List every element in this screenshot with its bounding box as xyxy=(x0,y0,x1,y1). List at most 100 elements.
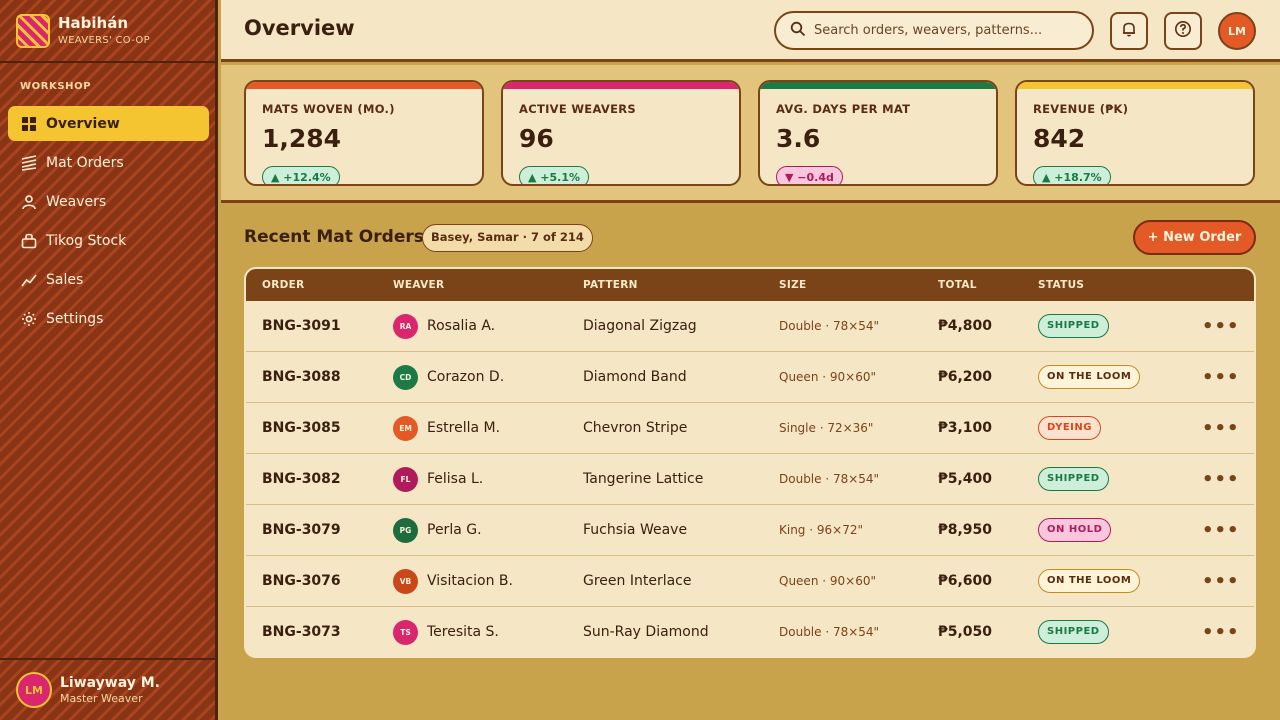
avatar: TS xyxy=(393,619,418,645)
sidebar-item-label: Overview xyxy=(46,115,120,132)
search-input[interactable] xyxy=(814,23,1084,38)
status-cell: DYEING xyxy=(1038,403,1101,453)
more-options-icon[interactable]: ••• xyxy=(1202,454,1240,504)
order-total: ₱5,400 xyxy=(938,471,993,487)
table-row[interactable]: BNG-3091 RA Rosalia A. Diagonal Zigzag D… xyxy=(246,301,1254,352)
stat-value: 1,284 xyxy=(262,124,342,153)
pattern-name: Chevron Stripe xyxy=(583,420,688,436)
stat-value: 3.6 xyxy=(776,124,821,153)
weaver-name: Corazon D. xyxy=(427,369,505,385)
table-row[interactable]: BNG-3076 VB Visitacion B. Green Interlac… xyxy=(246,556,1254,607)
avatar: FL xyxy=(393,466,418,492)
order-id: BNG-3091 xyxy=(262,318,341,334)
stat-accent-bar xyxy=(1017,82,1253,89)
sidebar-item-overview[interactable]: Overview xyxy=(8,106,209,141)
pattern-name: Fuchsia Weave xyxy=(583,522,688,538)
user-role: Master Weaver xyxy=(60,692,143,705)
stat-card-revenue: REVENUE (₱K) 842 ▲ +18.7% xyxy=(1015,80,1255,186)
bell-icon xyxy=(1120,20,1138,42)
stat-card-mats-woven: MATS WOVEN (MO.) 1,284 ▲ +12.4% xyxy=(244,80,484,186)
more-options-icon[interactable]: ••• xyxy=(1202,607,1240,656)
sidebar-item-label: Mat Orders xyxy=(46,154,124,171)
bag-icon xyxy=(20,232,38,250)
order-total: ₱6,200 xyxy=(938,369,993,385)
table-row[interactable]: BNG-3073 TS Teresita S. Sun-Ray Diamond … xyxy=(246,607,1254,656)
avatar: PG xyxy=(393,517,418,543)
sidebar-divider xyxy=(0,61,218,63)
more-options-icon[interactable]: ••• xyxy=(1202,505,1240,555)
help-icon xyxy=(1174,20,1192,42)
table-row[interactable]: BNG-3085 EM Estrella M. Chevron Stripe S… xyxy=(246,403,1254,454)
avatar: VB xyxy=(393,568,418,594)
more-options-icon[interactable]: ••• xyxy=(1202,352,1240,402)
woven-logo-icon xyxy=(16,14,50,48)
column-header-weaver[interactable]: WEAVER xyxy=(393,279,444,291)
gear-icon xyxy=(20,310,38,328)
avatar: CD xyxy=(393,364,418,390)
mat-size: Queen · 90×60" xyxy=(779,370,876,384)
sidebar-nav: Overview Mat Orders Weavers Tikog Stock … xyxy=(8,106,209,340)
sidebar-item-tikog-stock[interactable]: Tikog Stock xyxy=(8,223,209,258)
status-cell: SHIPPED xyxy=(1038,301,1109,351)
stat-accent-bar xyxy=(246,82,482,89)
avatar[interactable]: LM xyxy=(1218,12,1256,50)
sidebar-item-settings[interactable]: Settings xyxy=(8,301,209,336)
weaver-name: Visitacion B. xyxy=(427,573,513,589)
order-id: BNG-3079 xyxy=(262,522,341,538)
weaver-name: Teresita S. xyxy=(427,624,499,640)
stat-label: MATS WOVEN (MO.) xyxy=(262,102,395,116)
column-header-total[interactable]: TOTAL xyxy=(938,279,977,291)
sidebar-item-label: Weavers xyxy=(46,193,107,210)
order-id: BNG-3085 xyxy=(262,420,341,436)
order-total: ₱5,050 xyxy=(938,624,993,640)
sidebar-item-sales[interactable]: Sales xyxy=(8,262,209,297)
trend-icon xyxy=(20,271,38,289)
avatar: LM xyxy=(16,672,52,708)
help-button[interactable] xyxy=(1164,12,1202,50)
table-header: ORDER WEAVER PATTERN SIZE TOTAL STATUS xyxy=(246,269,1254,301)
status-badge: SHIPPED xyxy=(1038,467,1109,491)
status-badge: ON HOLD xyxy=(1038,518,1112,542)
table-row[interactable]: BNG-3079 PG Perla G. Fuchsia Weave King … xyxy=(246,505,1254,556)
pattern-name: Diagonal Zigzag xyxy=(583,318,697,334)
stats-band: MATS WOVEN (MO.) 1,284 ▲ +12.4% ACTIVE W… xyxy=(221,65,1280,203)
mat-size: Double · 78×54" xyxy=(779,625,880,639)
table-row[interactable]: BNG-3088 CD Corazon D. Diamond Band Quee… xyxy=(246,352,1254,403)
stat-accent-bar xyxy=(760,82,996,89)
avatar: EM xyxy=(393,415,418,441)
notifications-button[interactable] xyxy=(1110,12,1148,50)
stat-delta: ▼ −0.4d xyxy=(776,166,843,184)
location-filter-chip[interactable]: Basey, Samar · 7 of 214 xyxy=(422,224,593,252)
column-header-order[interactable]: ORDER xyxy=(262,279,305,291)
search-box[interactable] xyxy=(774,11,1094,50)
current-user[interactable]: LM Liwayway M. Master Weaver xyxy=(16,672,160,708)
sidebar-section-label: WORKSHOP xyxy=(20,81,92,92)
brand[interactable]: Habihán WEAVERS' CO-OP xyxy=(16,14,150,48)
column-header-status[interactable]: STATUS xyxy=(1038,279,1084,291)
status-badge: ON THE LOOM xyxy=(1038,569,1141,593)
stat-value: 842 xyxy=(1033,124,1086,153)
status-cell: ON HOLD xyxy=(1038,505,1112,555)
column-header-size[interactable]: SIZE xyxy=(779,279,806,291)
weaver-name: Estrella M. xyxy=(427,420,501,436)
orders-table: ORDER WEAVER PATTERN SIZE TOTAL STATUS B… xyxy=(244,267,1256,658)
mat-size: Double · 78×54" xyxy=(779,319,880,333)
weaver-cell: TS Teresita S. xyxy=(393,607,499,656)
mat-size: Single · 72×36" xyxy=(779,421,874,435)
table-row[interactable]: BNG-3082 FL Felisa L. Tangerine Lattice … xyxy=(246,454,1254,505)
order-total: ₱6,600 xyxy=(938,573,993,589)
weave-icon xyxy=(20,154,38,172)
weaver-name: Rosalia A. xyxy=(427,318,496,334)
weaver-cell: FL Felisa L. xyxy=(393,454,483,504)
more-options-icon[interactable]: ••• xyxy=(1202,403,1240,453)
status-badge: DYEING xyxy=(1038,416,1101,440)
more-options-icon[interactable]: ••• xyxy=(1202,301,1240,351)
top-header: Overview LM xyxy=(221,0,1280,62)
more-options-icon[interactable]: ••• xyxy=(1202,556,1240,606)
sidebar-item-weavers[interactable]: Weavers xyxy=(8,184,209,219)
mat-size: Double · 78×54" xyxy=(779,472,880,486)
sidebar-item-mat-orders[interactable]: Mat Orders xyxy=(8,145,209,180)
column-header-pattern[interactable]: PATTERN xyxy=(583,279,638,291)
new-order-button[interactable]: + New Order xyxy=(1133,220,1256,255)
sidebar-item-label: Tikog Stock xyxy=(46,232,127,249)
